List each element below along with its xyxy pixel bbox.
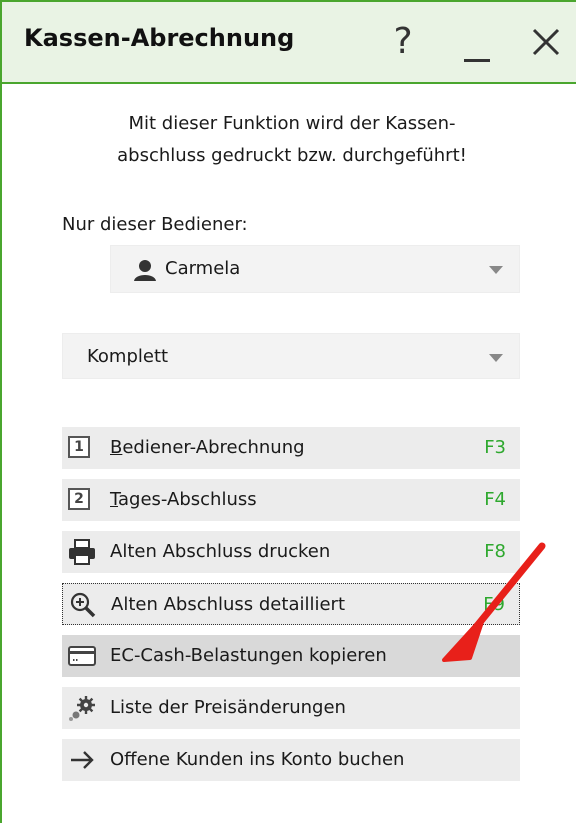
credit-card-icon: [68, 646, 96, 666]
copy-ec-cash-button[interactable]: EC-Cash-Belastungen kopieren: [62, 635, 520, 677]
price-changes-list-button[interactable]: Liste der Preisänderungen: [62, 687, 520, 729]
button-label: Alten Abschluss drucken: [110, 541, 331, 562]
button-label: EC-Cash-Belastungen kopieren: [110, 645, 387, 666]
mode-select[interactable]: Komplett: [62, 333, 520, 379]
title-bar: Kassen-Abrechnung ?: [2, 0, 576, 84]
button-label: Tages-Abschluss: [110, 489, 257, 510]
minimize-button[interactable]: [450, 14, 496, 70]
button-label: Bediener-Abrechnung: [110, 437, 305, 458]
shortcut-key: F4: [484, 489, 506, 510]
intro-line-1: Mit dieser Funktion wird der Kassen-: [128, 113, 456, 134]
button-label: Alten Abschluss detailliert: [111, 594, 346, 615]
shortcut-key: F8: [484, 541, 506, 562]
button-label: Liste der Preisänderungen: [110, 697, 346, 718]
mode-select-value: Komplett: [87, 346, 169, 367]
user-icon: [134, 260, 156, 281]
number-2-icon: 2: [68, 488, 90, 510]
dialog-window: Kassen-Abrechnung ? Mit dieser Funktion …: [0, 0, 576, 823]
intro-text: Mit dieser Funktion wird der Kassen- abs…: [42, 108, 542, 172]
operator-settlement-button[interactable]: 1 Bediener-Abrechnung F3: [62, 427, 520, 469]
intro-line-2: abschluss gedruckt bzw. durchgeführt!: [117, 145, 467, 166]
old-closing-detailed-button[interactable]: Alten Abschluss detailliert F9: [62, 583, 520, 625]
operator-select-value: Carmela: [165, 258, 241, 279]
arrow-right-icon: [71, 751, 94, 769]
gears-icon: [69, 696, 95, 721]
chevron-down-icon: [489, 266, 503, 274]
help-button[interactable]: ?: [380, 14, 426, 70]
close-button[interactable]: [520, 14, 566, 70]
book-open-customers-button[interactable]: Offene Kunden ins Konto buchen: [62, 739, 520, 781]
chevron-down-icon: [489, 354, 503, 362]
magnifier-plus-icon: [70, 592, 96, 618]
shortcut-key: F9: [483, 594, 505, 615]
operator-select[interactable]: Carmela: [110, 245, 520, 293]
shortcut-key: F3: [484, 437, 506, 458]
button-label: Offene Kunden ins Konto buchen: [110, 749, 405, 770]
number-1-icon: 1: [68, 436, 90, 458]
operator-label: Nur dieser Bediener:: [62, 214, 248, 235]
printer-icon: [69, 539, 95, 565]
close-icon: [532, 28, 560, 56]
window-title: Kassen-Abrechnung: [24, 24, 295, 52]
print-old-closing-button[interactable]: Alten Abschluss drucken F8: [62, 531, 520, 573]
daily-closing-button[interactable]: 2 Tages-Abschluss F4: [62, 479, 520, 521]
